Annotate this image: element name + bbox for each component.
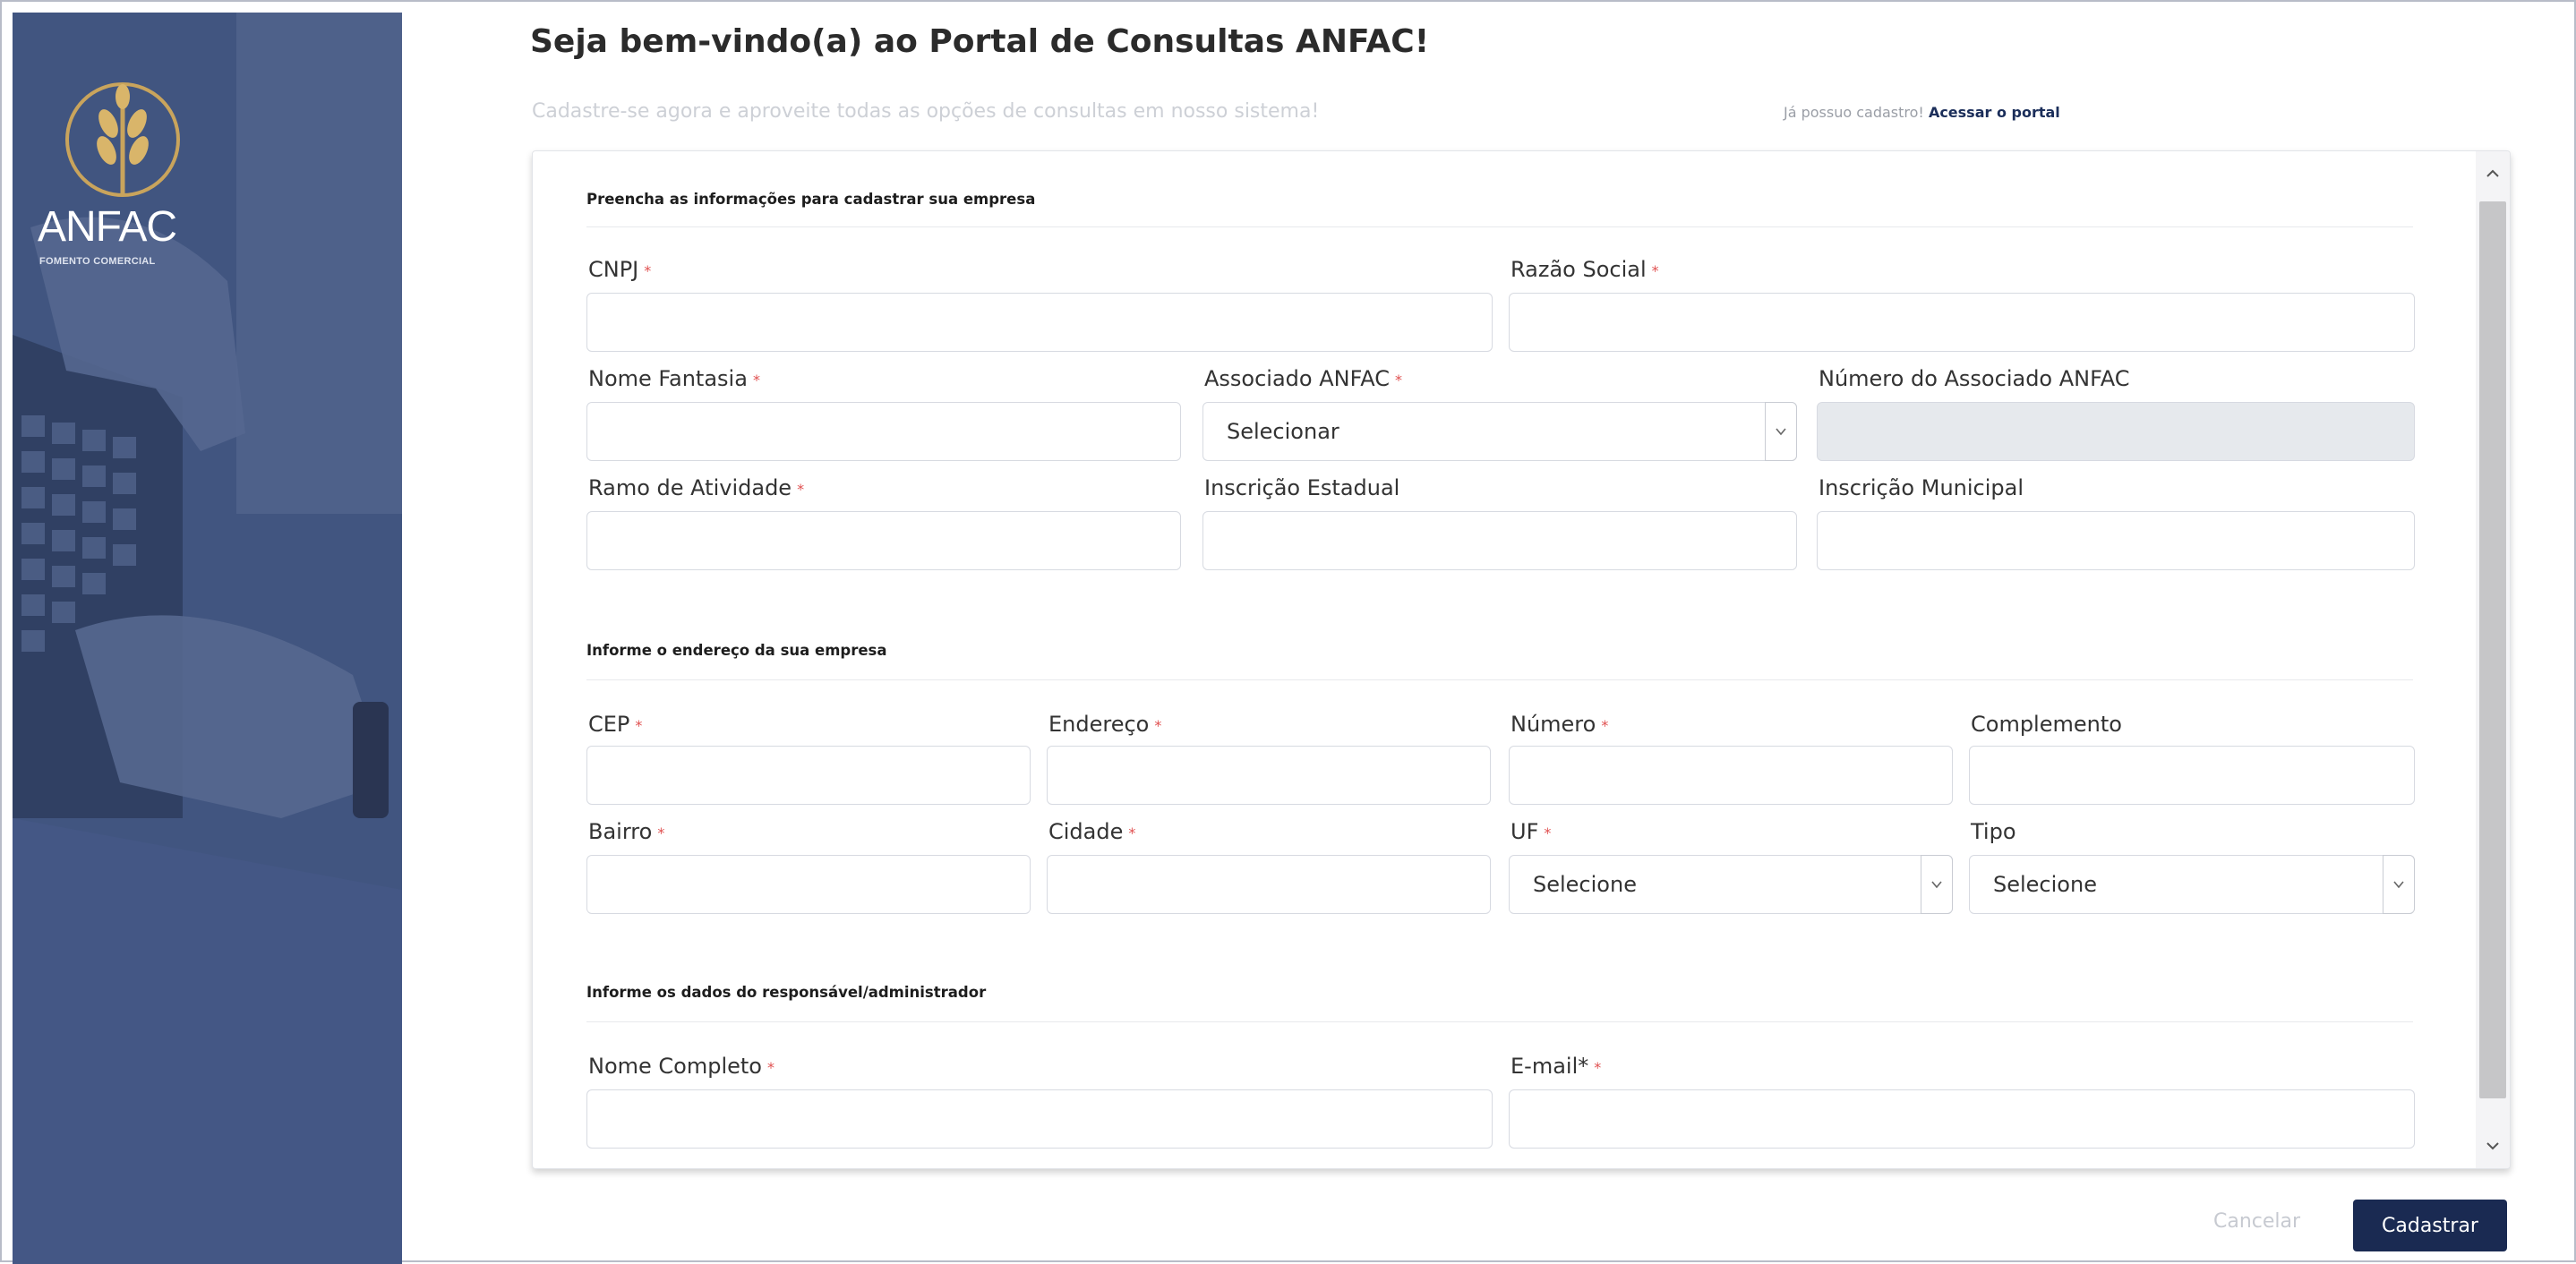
inscricao-estadual-input[interactable]	[1202, 511, 1797, 570]
tipo-select[interactable]: Selecione	[1969, 855, 2415, 914]
uf-value: Selecione	[1533, 872, 1637, 897]
required-mark: *	[1544, 824, 1552, 841]
tipo-value: Selecione	[1993, 872, 2097, 897]
already-text: Já possuo cadastro!	[1784, 104, 1929, 121]
uf-select[interactable]: Selecione	[1509, 855, 1953, 914]
required-mark: *	[644, 262, 652, 279]
numero-associado-input	[1817, 402, 2415, 461]
cnpj-label: CNPJ *	[588, 257, 652, 282]
page-frame: ANFAC FOMENTO COMERCIAL Seja bem-vindo(a…	[0, 0, 2576, 1264]
section-divider	[586, 679, 2413, 680]
scroll-down-arrow-icon[interactable]	[2479, 1127, 2506, 1163]
required-mark: *	[797, 481, 805, 498]
brand-subtitle: FOMENTO COMERCIAL	[39, 256, 156, 267]
required-mark: *	[1154, 717, 1162, 734]
required-mark: *	[752, 372, 760, 389]
section-divider	[586, 226, 2413, 227]
endereco-label: Endereço *	[1048, 712, 1162, 737]
bairro-label: Bairro *	[588, 819, 665, 844]
required-mark: *	[767, 1059, 775, 1076]
bairro-input[interactable]	[586, 855, 1031, 914]
associado-select[interactable]: Selecionar	[1202, 402, 1797, 461]
email-input[interactable]	[1509, 1089, 2415, 1149]
razao-social-input[interactable]	[1509, 293, 2415, 352]
required-mark: *	[1601, 717, 1609, 734]
chevron-down-icon[interactable]	[1921, 855, 1953, 914]
scroll-up-arrow-icon[interactable]	[2479, 157, 2506, 192]
cidade-label: Cidade *	[1048, 819, 1136, 844]
scrollbar-thumb[interactable]	[2479, 201, 2506, 1098]
title-prefix: Seja bem-vindo(a) ao Portal de Consultas	[530, 23, 1296, 60]
cidade-input[interactable]	[1047, 855, 1491, 914]
required-mark: *	[1594, 1059, 1602, 1076]
complemento-input[interactable]	[1969, 746, 2415, 805]
razao-social-label: Razão Social *	[1511, 257, 1659, 282]
submit-button[interactable]: Cadastrar	[2353, 1200, 2507, 1251]
numero-associado-label: Número do Associado ANFAC	[1819, 366, 2130, 391]
inscricao-municipal-input[interactable]	[1817, 511, 2415, 570]
required-mark: *	[635, 717, 643, 734]
uf-label: UF *	[1511, 819, 1552, 844]
portal-link[interactable]: Acessar o portal	[1929, 104, 2060, 121]
numero-label: Número *	[1511, 712, 1609, 737]
chevron-down-icon[interactable]	[2383, 855, 2415, 914]
cep-label: CEP *	[588, 712, 643, 737]
required-mark: *	[1394, 372, 1402, 389]
nome-fantasia-label: Nome Fantasia *	[588, 366, 760, 391]
chevron-down-icon[interactable]	[1765, 402, 1797, 461]
nome-completo-input[interactable]	[586, 1089, 1493, 1149]
already-registered: Já possuo cadastro! Acessar o portal	[1784, 104, 2060, 121]
side-photo-panel: ANFAC FOMENTO COMERCIAL	[13, 13, 402, 1264]
page-subtitle: Cadastre-se agora e aproveite todas as o…	[532, 100, 1320, 123]
address-section-title: Informe o endereço da sua empresa	[586, 642, 887, 659]
cnpj-input[interactable]	[586, 293, 1493, 352]
required-mark: *	[657, 824, 665, 841]
nome-completo-label: Nome Completo *	[588, 1054, 775, 1079]
anfac-logo: ANFAC FOMENTO COMERCIAL	[38, 68, 244, 292]
wheat-emblem-icon	[65, 82, 180, 197]
section-divider	[586, 1021, 2413, 1022]
associado-value: Selecionar	[1227, 419, 1339, 444]
associado-label: Associado ANFAC *	[1204, 366, 1402, 391]
required-mark: *	[1651, 262, 1659, 279]
email-label: E-mail* *	[1511, 1054, 1602, 1079]
complemento-label: Complemento	[1971, 712, 2122, 737]
inscricao-municipal-label: Inscrição Municipal	[1819, 475, 2024, 500]
registration-form-card: Preencha as informações para cadastrar s…	[532, 150, 2511, 1169]
tipo-label: Tipo	[1971, 819, 2016, 844]
admin-section-title: Informe os dados do responsável/administ…	[586, 984, 987, 1001]
company-section-title: Preencha as informações para cadastrar s…	[586, 191, 1036, 208]
required-mark: *	[1128, 824, 1136, 841]
ramo-atividade-input[interactable]	[586, 511, 1181, 570]
brand-name: ANFAC	[38, 203, 177, 251]
ramo-atividade-label: Ramo de Atividade *	[588, 475, 805, 500]
numero-input[interactable]	[1509, 746, 1953, 805]
inscricao-estadual-label: Inscrição Estadual	[1204, 475, 1400, 500]
page-title: Seja bem-vindo(a) ao Portal de Consultas…	[530, 23, 1429, 60]
nome-fantasia-input[interactable]	[586, 402, 1181, 461]
scrollbar[interactable]	[2476, 151, 2510, 1168]
title-brand: ANFAC!	[1295, 23, 1430, 60]
cancel-button[interactable]: Cancelar	[2213, 1210, 2300, 1233]
cep-input[interactable]	[586, 746, 1031, 805]
endereco-input[interactable]	[1047, 746, 1491, 805]
